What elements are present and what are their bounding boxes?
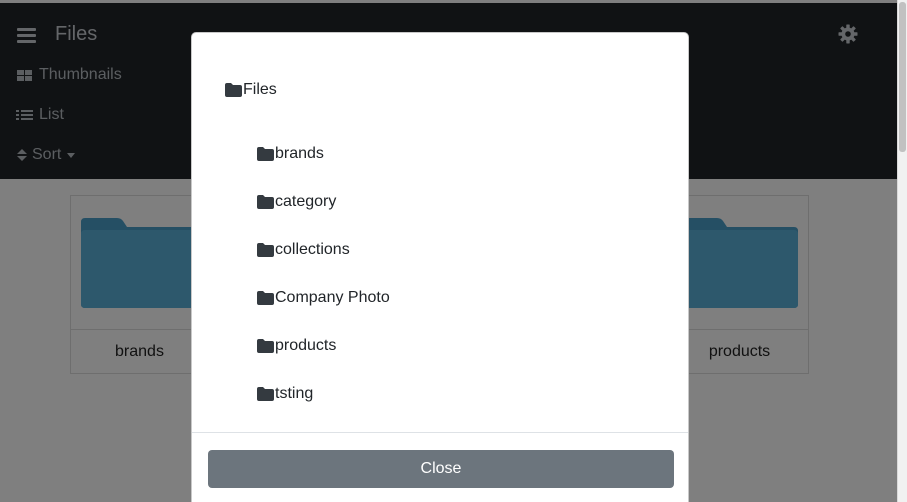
tree-folder-item[interactable]: collections (257, 241, 350, 259)
tree-folder-label: category (275, 193, 337, 210)
folder-icon (257, 195, 274, 209)
tree-folder-item[interactable]: category (257, 193, 336, 211)
tree-root-folder[interactable]: Files (225, 81, 277, 99)
folder-icon (257, 243, 274, 257)
tree-folder-item[interactable]: products (257, 337, 336, 355)
folder-icon (257, 291, 274, 305)
tree-folder-label: products (275, 337, 337, 354)
tree-folder-item[interactable]: Company Photo (257, 289, 390, 307)
tree-root-label: Files (243, 81, 277, 98)
folder-icon (257, 147, 274, 161)
tree-folder-label: tsting (275, 385, 314, 402)
folder-icon (225, 83, 242, 97)
tree-folder-item[interactable]: tsting (257, 385, 313, 403)
folder-icon (257, 387, 274, 401)
tree-folder-label: collections (275, 241, 350, 258)
vertical-scrollbar[interactable] (897, 0, 907, 502)
scrollbar-thumb[interactable] (899, 2, 906, 152)
tree-folder-label: brands (275, 145, 324, 162)
tree-folder-item[interactable]: brands (257, 145, 324, 163)
modal-footer-divider (192, 432, 688, 433)
folder-tree-modal: Files brands category collections Compan… (191, 32, 689, 502)
close-button[interactable]: Close (208, 450, 674, 488)
folder-icon (257, 339, 274, 353)
tree-folder-label: Company Photo (275, 289, 390, 306)
